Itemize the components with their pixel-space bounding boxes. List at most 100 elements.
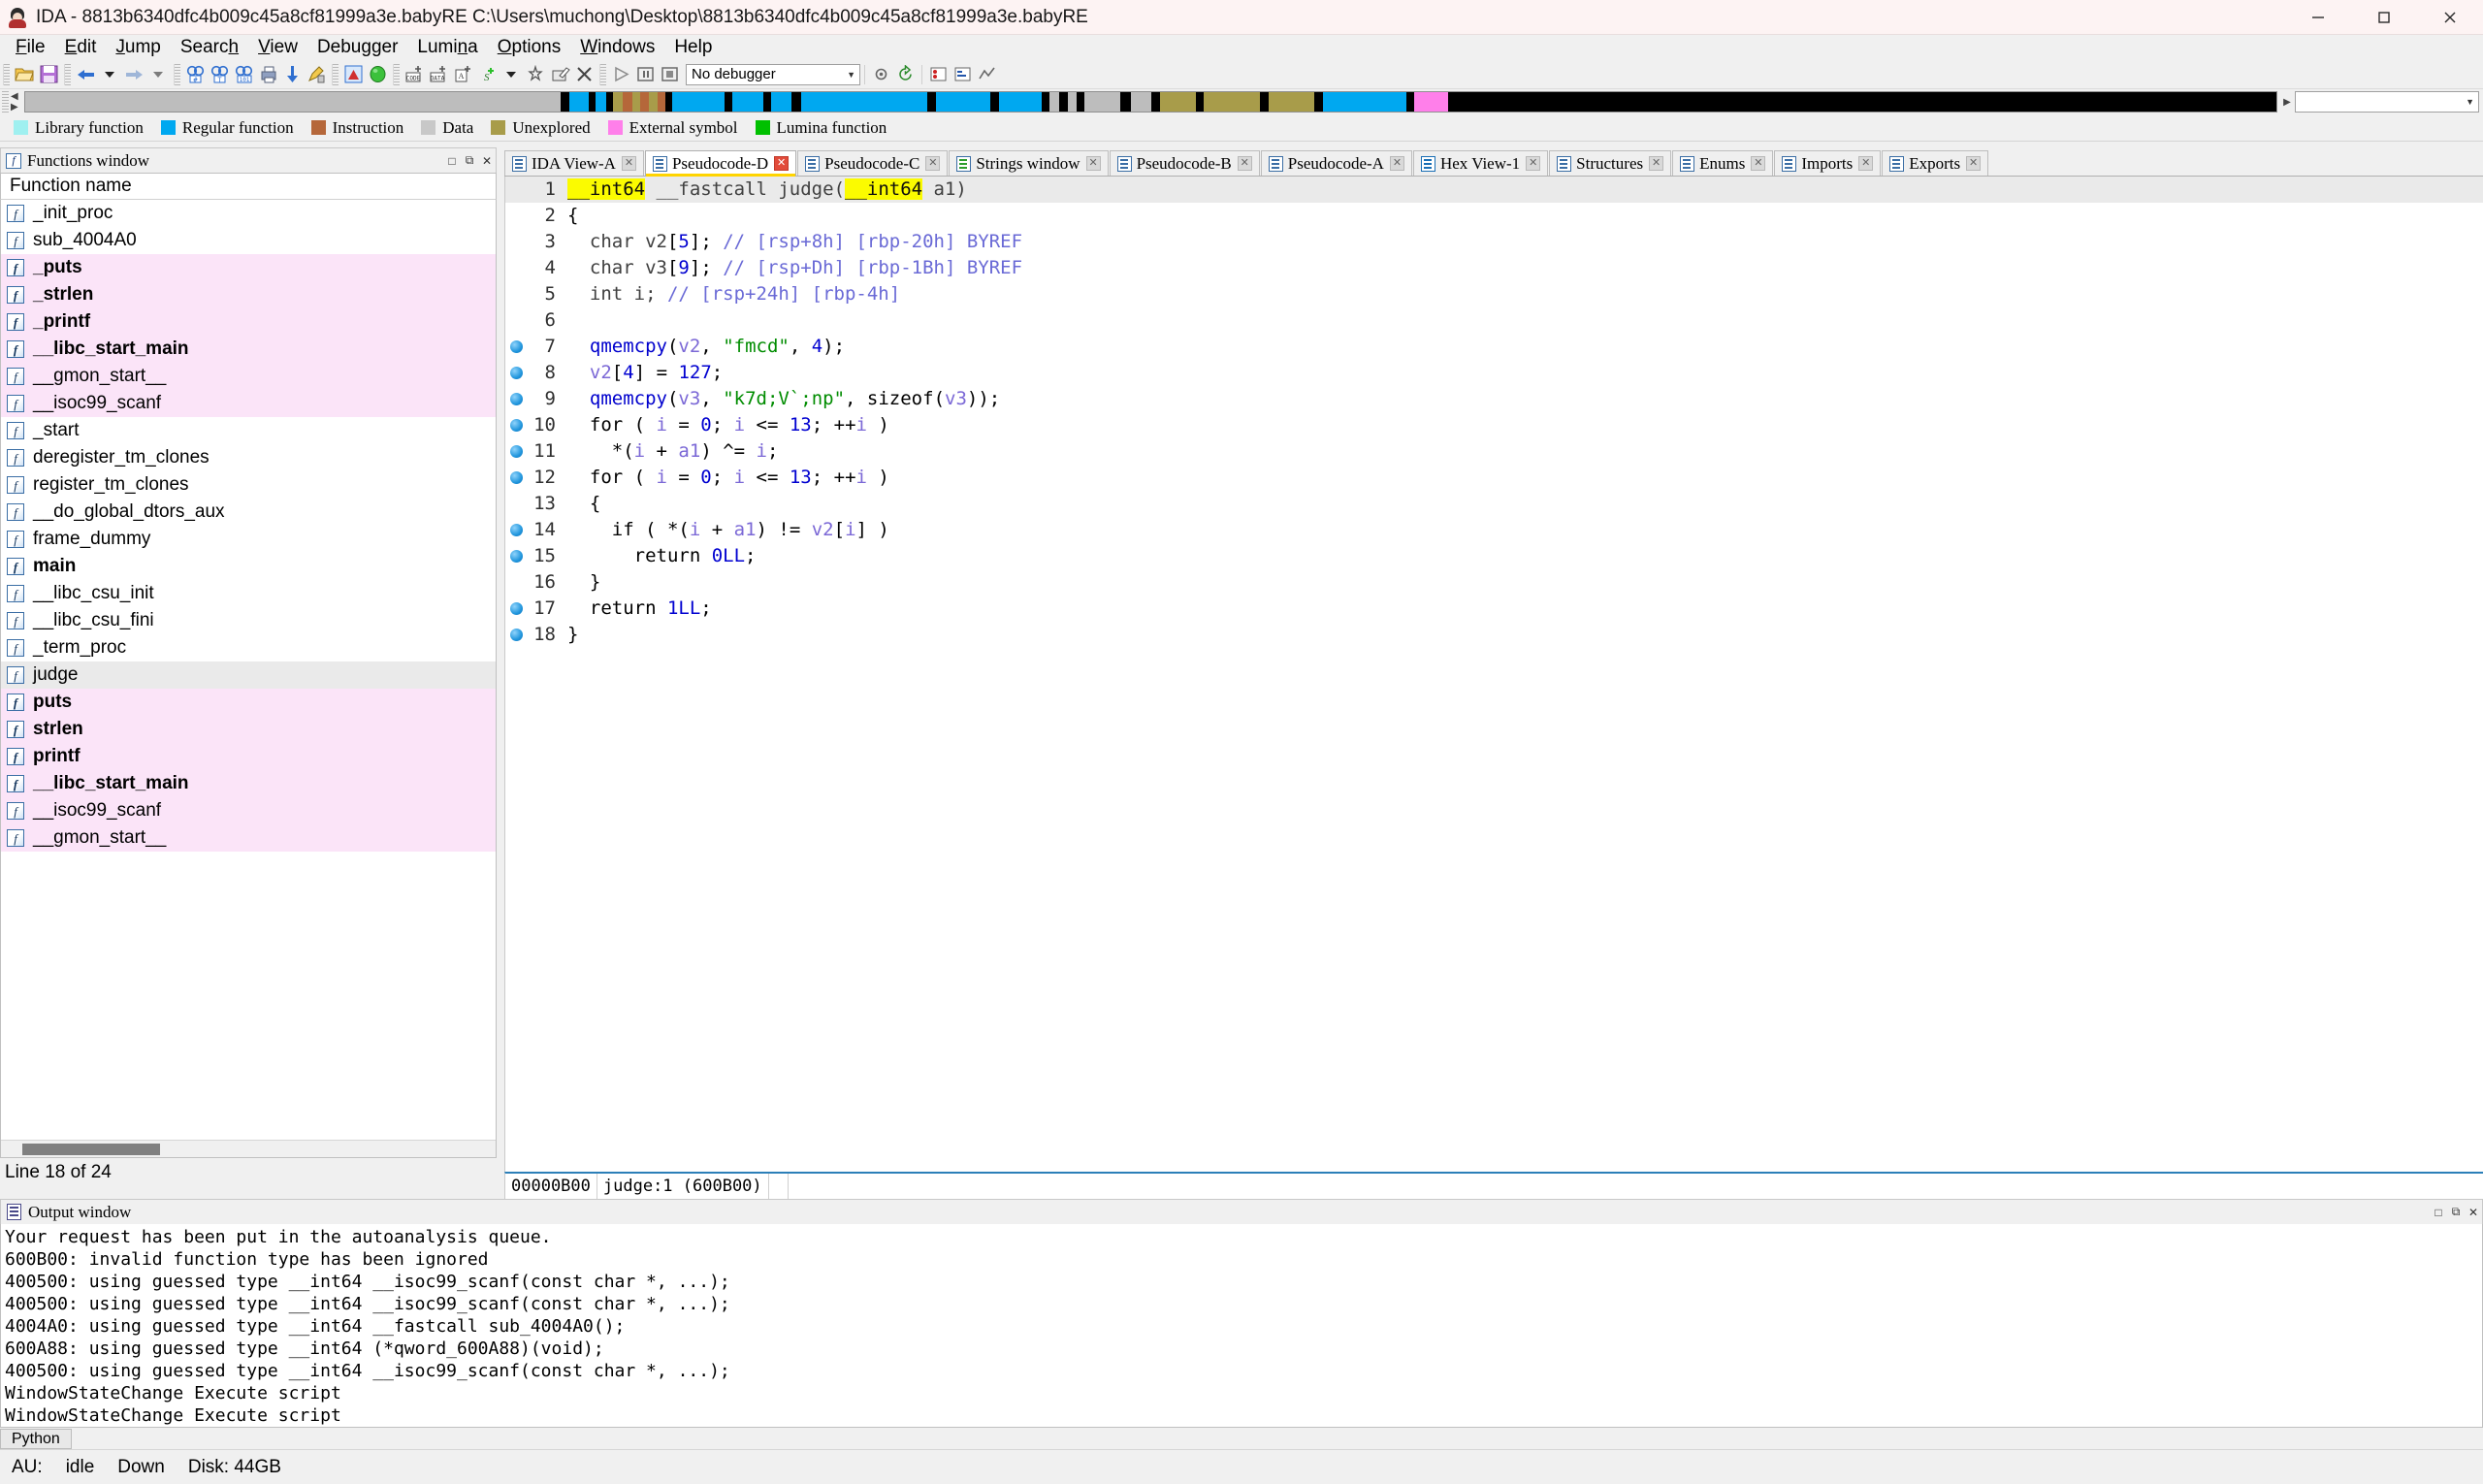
maximize-button[interactable] [2351,0,2417,35]
output-restore-button[interactable]: □ [2430,1203,2447,1222]
minimize-button[interactable] [2285,0,2351,35]
tab-close-icon[interactable]: ✕ [1085,156,1101,171]
function-list-item[interactable]: f sub_4004A0 [1,227,496,254]
navband-scroll-left[interactable]: ◀ ▶ [11,90,24,113]
forward-arrow-icon[interactable] [122,62,146,86]
menu-debugger[interactable]: Debugger [307,36,407,59]
pseudocode-line[interactable]: 7 qmemcpy(v2, "fmcd", 4); [505,334,2483,360]
pseudocode-line[interactable]: 2{ [505,203,2483,229]
tab-hex-view-1[interactable]: Hex View-1 ✕ [1412,150,1549,176]
tab-python[interactable]: Python [0,1429,72,1449]
tab-pseudocode-a[interactable]: Pseudocode-A ✕ [1260,150,1412,176]
tab-close-icon[interactable]: ✕ [1649,156,1664,171]
breakpoint-gutter[interactable] [505,340,527,353]
pseudocode-view[interactable]: 1 __int64 __fastcall judge(__int64 a1) 2{3… [504,177,2483,1172]
tracing-icon[interactable] [975,62,999,86]
pseudocode-line[interactable]: 9 qmemcpy(v3, "k7d;V`;np", sizeof(v3)); [505,386,2483,412]
function-name-column-header[interactable]: Function name [0,173,497,200]
search-hex-icon[interactable]: # [183,62,208,86]
pseudocode-line[interactable]: 16 } [505,569,2483,596]
stop-icon[interactable] [658,62,682,86]
pseudocode-line[interactable]: 6 [505,307,2483,334]
toolbar-grip-debug[interactable] [599,63,606,85]
make-struct-icon[interactable]: S [475,62,500,86]
functions-list[interactable]: f _init_proc f sub_4004A0 f _puts f _strlen f _pr… [0,200,497,1158]
tab-close-icon[interactable]: ✕ [925,156,941,171]
function-list-item[interactable]: f _puts [1,254,496,281]
breakpoint-gutter[interactable] [505,367,527,379]
pseudocode-line[interactable]: 12 for ( i = 0; i <= 13; ++i ) [505,465,2483,491]
pseudocode-line[interactable]: 14 if ( *(i + a1) != v2[i] ) [505,517,2483,543]
run-green-icon[interactable] [366,62,390,86]
toolbar-grip-edit[interactable] [393,63,400,85]
menu-help[interactable]: Help [664,36,722,59]
function-list-item[interactable]: f __libc_csu_fini [1,607,496,634]
tab-structures[interactable]: Structures ✕ [1549,150,1672,176]
save-icon[interactable] [37,62,61,86]
function-list-item[interactable]: f __libc_start_main [1,770,496,797]
function-list-item[interactable]: f frame_dummy [1,526,496,553]
tab-strings-window[interactable]: Strings window ✕ [949,150,1109,176]
breakpoint-list-icon[interactable] [926,62,951,86]
menu-edit[interactable]: Edit [55,36,107,59]
pseudocode-line[interactable]: 18} [505,622,2483,648]
toolbar-search-input[interactable]: ▼ [2295,91,2479,113]
tab-pseudocode-b[interactable]: Pseudocode-B ✕ [1109,150,1260,176]
breakpoint-gutter[interactable] [505,445,527,458]
navband-grip[interactable] [2,91,9,113]
highlight-icon[interactable] [305,62,329,86]
watch-list-icon[interactable] [951,62,975,86]
navigator-band[interactable] [24,91,2277,113]
close-button[interactable] [2417,0,2483,35]
pseudocode-line[interactable]: 13 { [505,491,2483,517]
tab-close-icon[interactable]: ✕ [1526,156,1541,171]
breakpoint-gutter[interactable] [505,550,527,563]
debugger-selector[interactable]: No debugger ▼ [686,63,860,85]
pseudocode-line[interactable]: 3 char v2[5]; // [rsp+8h] [rbp-20h] BYRE… [505,229,2483,255]
tab-imports[interactable]: Imports ✕ [1774,150,1882,176]
tab-close-icon[interactable]: ✕ [1858,156,1874,171]
tab-close-icon[interactable]: ✕ [1389,156,1404,171]
panel-float-button[interactable]: ⧉ [461,151,478,171]
pseudocode-line[interactable]: 10 for ( i = 0; i <= 13; ++i ) [505,412,2483,438]
function-list-item[interactable]: f _strlen [1,281,496,308]
function-list-item[interactable]: f deregister_tm_clones [1,444,496,471]
navband-scroll-right[interactable]: ▶ [2279,91,2295,113]
toolbar-grip-search[interactable] [174,63,180,85]
function-list-item[interactable]: f __isoc99_scanf [1,390,496,417]
output-close-button[interactable]: ✕ [2465,1203,2482,1222]
functions-horizontal-scrollbar[interactable] [1,1140,496,1157]
tab-pseudocode-d[interactable]: Pseudocode-D ✕ [644,150,797,177]
pseudocode-line[interactable]: 15 return 0LL; [505,543,2483,569]
toolbar-grip-nav[interactable] [64,63,71,85]
search-binary-icon[interactable]: 101 [232,62,256,86]
search-text-icon[interactable]: T [208,62,232,86]
toolbar-grip[interactable] [3,63,10,85]
breakpoint-gutter[interactable] [505,524,527,536]
menu-jump[interactable]: Jump [106,36,170,59]
function-list-item[interactable]: f _printf [1,308,496,336]
panel-restore-button[interactable]: □ [443,151,461,171]
open-file-icon[interactable] [13,62,37,86]
breakpoint-gutter[interactable] [505,393,527,405]
tab-close-icon[interactable]: ✕ [774,156,790,171]
tab-exports[interactable]: Exports ✕ [1882,150,1989,176]
scroll-left-icon[interactable] [3,1143,18,1156]
breakpoint-gutter[interactable] [505,419,527,432]
function-list-item[interactable]: f judge [1,661,496,689]
menu-windows[interactable]: Windows [570,36,664,59]
function-list-item[interactable]: f __gmon_start__ [1,363,496,390]
function-list-item[interactable]: f __isoc99_scanf [1,797,496,824]
print-icon[interactable] [256,62,280,86]
breakpoint-gutter[interactable] [505,602,527,615]
pseudocode-line[interactable]: 4 char v3[9]; // [rsp+Dh] [rbp-1Bh] BYRE… [505,255,2483,281]
panel-close-button[interactable]: ✕ [478,151,496,171]
undefine-icon[interactable] [572,62,597,86]
toolbar-grip-view[interactable] [332,63,339,85]
menu-lumina[interactable]: Lumina [407,36,487,59]
tab-close-icon[interactable]: ✕ [621,156,636,171]
debug-options-icon[interactable] [869,62,893,86]
breakpoint-gutter[interactable] [505,629,527,641]
graph-view-icon[interactable] [341,62,366,86]
output-float-button[interactable]: ⧉ [2447,1203,2465,1222]
